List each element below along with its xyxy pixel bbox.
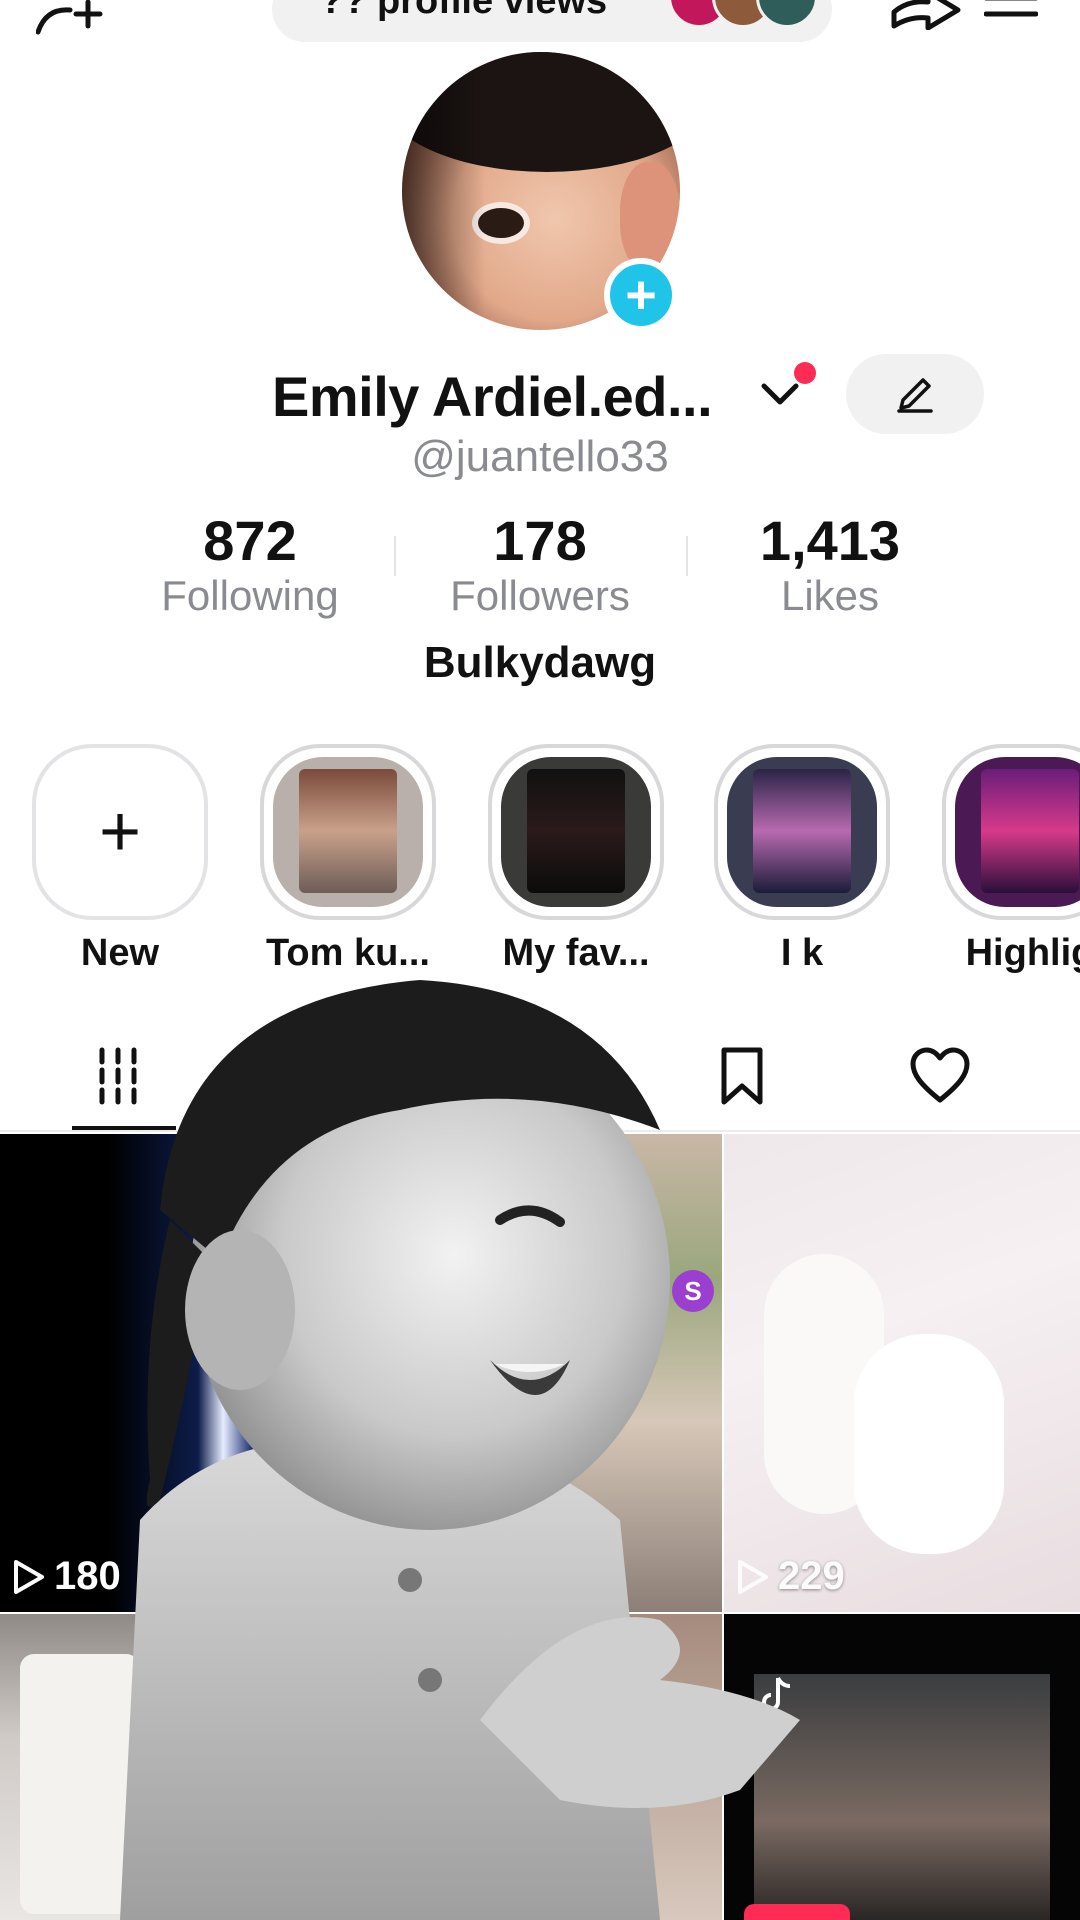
highlight-card [527, 769, 625, 893]
profile-views-prefix: ?? [320, 0, 367, 22]
highlight-card [299, 769, 397, 893]
stat-followers[interactable]: 178 Followers [410, 510, 670, 620]
stat-value: 872 [203, 509, 297, 572]
username: @juantello33 [411, 432, 669, 481]
profile-views-label: ?? profile views [320, 0, 607, 23]
notification-dot [794, 362, 816, 384]
highlight-ring [942, 744, 1080, 920]
highlight-card [981, 769, 1079, 893]
highlight-ring: + [32, 744, 208, 920]
stat-value: 1,413 [759, 509, 901, 572]
profile-viewer-avatars [668, 0, 818, 28]
plus-icon: + [98, 792, 142, 872]
display-name: Emily Ardiel.ed... [272, 365, 713, 428]
stat-label: Followers [450, 572, 630, 619]
menu-icon[interactable] [984, 0, 1038, 28]
highlight-item[interactable]: Tom ku... [258, 744, 438, 975]
highlight-ring [488, 744, 664, 920]
bottom-nav-indicator [744, 1904, 850, 1920]
profile-bio: Bulkydawg [423, 638, 657, 687]
stat-divider [686, 536, 688, 576]
stat-label: Likes [780, 572, 880, 619]
highlight-ring [260, 744, 436, 920]
stat-divider [394, 536, 396, 576]
viewer-avatar [756, 0, 818, 28]
highlight-thumbnail [501, 757, 651, 907]
stat-label: Following [161, 572, 339, 619]
highlight-item[interactable]: My fav... [486, 744, 666, 975]
highlight-label: Highlig [965, 932, 1080, 974]
highlight-new[interactable]: + New [30, 744, 210, 975]
chevron-down-icon[interactable] [760, 380, 800, 408]
highlight-thumbnail [273, 757, 423, 907]
pencil-icon [897, 378, 933, 413]
highlight-ring [714, 744, 890, 920]
stat-following[interactable]: 872 Following [120, 510, 380, 620]
top-bar: ?? profile views [0, 0, 1080, 46]
highlight-item[interactable]: I k [712, 744, 892, 975]
stat-likes[interactable]: 1,413 Likes [700, 510, 960, 620]
add-story-plus-icon[interactable]: + [604, 258, 678, 332]
stat-value: 178 [493, 509, 587, 572]
share-icon[interactable] [888, 0, 962, 30]
plush-shape [854, 1334, 1004, 1554]
highlight-item[interactable]: Highlig [940, 744, 1080, 975]
highlight-thumbnail [955, 757, 1080, 907]
highlight-thumbnail [727, 757, 877, 907]
profile-views-text: profile views [377, 0, 608, 22]
play-icon [14, 1559, 44, 1594]
highlight-card [753, 769, 851, 893]
add-friend-icon[interactable] [36, 0, 106, 36]
edit-profile-button[interactable] [846, 354, 984, 434]
liked-heart-icon[interactable] [910, 1046, 970, 1106]
baby-sticker-overlay [120, 980, 800, 1920]
